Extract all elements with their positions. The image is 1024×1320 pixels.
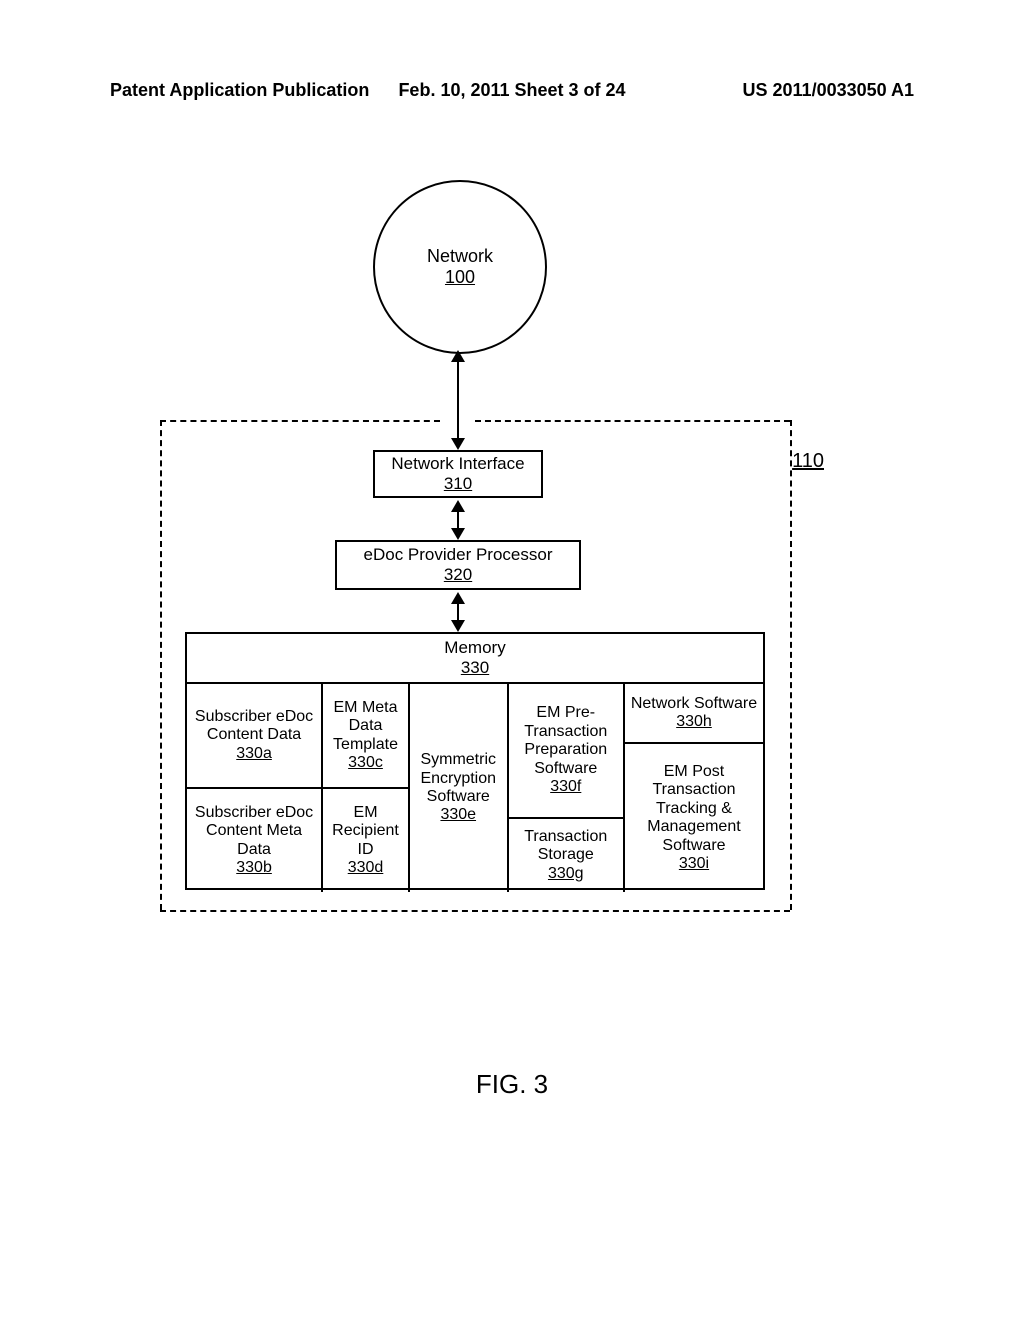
cell-label: EM Recipient ID — [327, 804, 404, 859]
network-ref: 100 — [445, 267, 475, 288]
memory-label: Memory — [444, 638, 505, 658]
processor-box: eDoc Provider Processor 320 — [335, 540, 581, 590]
arrow-down-icon — [451, 620, 465, 632]
cell-330g: Transaction Storage 330g — [509, 817, 623, 892]
cell-label: EM Meta Data Template — [327, 699, 404, 754]
cell-330d: EM Recipient ID 330d — [323, 787, 408, 892]
cell-330c: EM Meta Data Template 330c — [323, 684, 408, 787]
connector-line — [457, 602, 459, 622]
network-interface-ref: 310 — [444, 474, 472, 494]
dashed-border-right — [790, 420, 792, 910]
cell-label: Subscriber eDoc Content Meta Data — [191, 804, 317, 859]
figure-diagram: Network 100 110 Network Interface 310 eD… — [0, 0, 1024, 1320]
cell-ref: 330a — [236, 745, 272, 763]
memory-col-1: Subscriber eDoc Content Data 330a Subscr… — [187, 684, 323, 892]
cell-ref: 330g — [548, 865, 584, 883]
cell-ref: 330f — [550, 778, 581, 796]
cell-label: Network Software — [631, 695, 757, 713]
cell-ref: 330b — [236, 859, 272, 877]
container-ref: 110 — [792, 450, 824, 473]
cell-label: EM Post Transaction Tracking & Managemen… — [629, 763, 759, 855]
arrow-down-icon — [451, 528, 465, 540]
memory-ref: 330 — [461, 658, 489, 678]
cell-ref: 330i — [679, 855, 709, 873]
network-node: Network 100 — [373, 180, 547, 354]
connector-line — [457, 510, 459, 530]
cell-label: EM Pre-Transaction Preparation Software — [513, 704, 619, 778]
memory-header: Memory 330 — [187, 634, 763, 684]
page: Patent Application Publication Feb. 10, … — [0, 0, 1024, 1320]
memory-col-3: Symmetric Encryption Software 330e — [410, 684, 509, 892]
cell-330b: Subscriber eDoc Content Meta Data 330b — [187, 787, 321, 892]
cell-label: Transaction Storage — [513, 828, 619, 865]
dashed-border-bottom — [160, 910, 790, 912]
cell-ref: 330e — [440, 806, 476, 824]
arrow-down-icon — [451, 438, 465, 450]
dashed-border-top-left — [160, 420, 440, 422]
cell-label: Symmetric Encryption Software — [414, 751, 503, 806]
cell-ref: 330h — [676, 713, 712, 731]
memory-body: Subscriber eDoc Content Data 330a Subscr… — [187, 684, 763, 892]
processor-ref: 320 — [444, 565, 472, 585]
cell-330e: Symmetric Encryption Software 330e — [410, 684, 507, 892]
cell-ref: 330c — [348, 754, 383, 772]
cell-330a: Subscriber eDoc Content Data 330a — [187, 684, 321, 787]
dashed-border-left — [160, 420, 162, 910]
network-label: Network — [427, 246, 493, 267]
network-interface-box: Network Interface 310 — [373, 450, 543, 498]
cell-ref: 330d — [348, 859, 384, 877]
memory-col-5: Network Software 330h EM Post Transactio… — [625, 684, 763, 892]
memory-box: Memory 330 Subscriber eDoc Content Data … — [185, 632, 765, 890]
cell-label: Subscriber eDoc Content Data — [191, 708, 317, 745]
cell-330f: EM Pre-Transaction Preparation Software … — [509, 684, 623, 817]
figure-caption: FIG. 3 — [0, 1069, 1024, 1100]
memory-col-4: EM Pre-Transaction Preparation Software … — [509, 684, 625, 892]
connector-line — [457, 360, 459, 440]
memory-col-2: EM Meta Data Template 330c EM Recipient … — [323, 684, 410, 892]
cell-330i: EM Post Transaction Tracking & Managemen… — [625, 742, 763, 892]
cell-330h: Network Software 330h — [625, 684, 763, 742]
network-interface-label: Network Interface — [391, 454, 524, 474]
processor-label: eDoc Provider Processor — [364, 545, 553, 565]
dashed-border-top-right — [475, 420, 790, 422]
